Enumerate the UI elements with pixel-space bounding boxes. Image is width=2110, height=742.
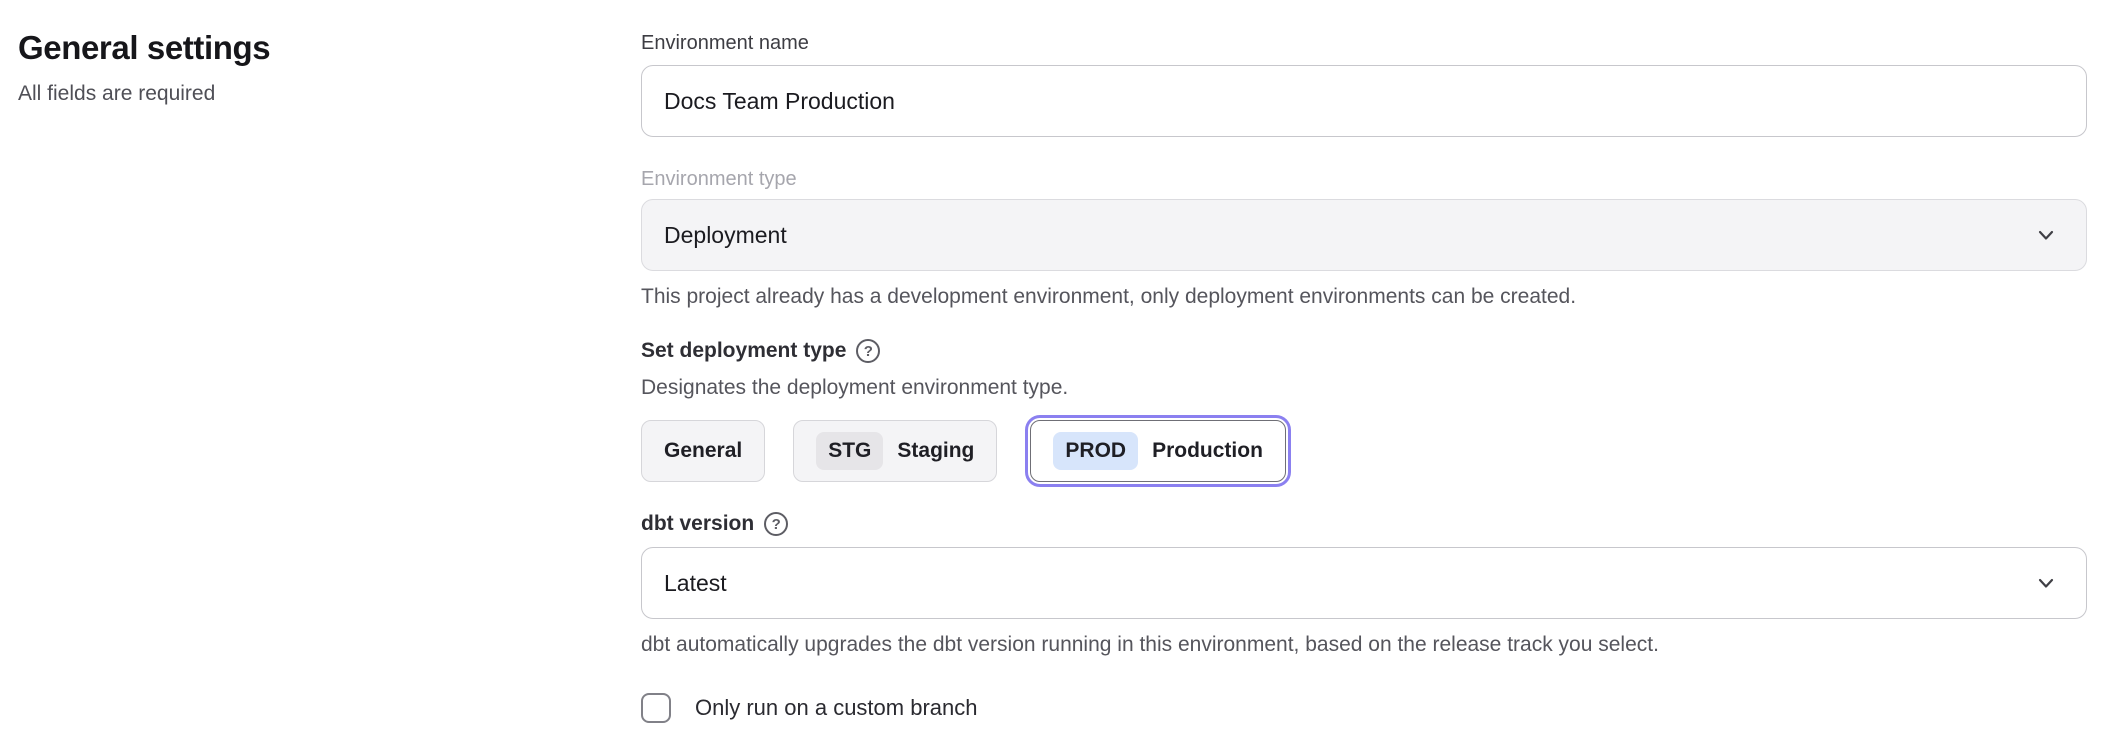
- deployment-type-option-staging[interactable]: STG Staging: [793, 420, 997, 482]
- custom-branch-checkbox[interactable]: [641, 693, 671, 723]
- staging-badge: STG: [816, 432, 883, 470]
- selected-option-focus-ring: PROD Production: [1025, 415, 1291, 487]
- general-settings-page: General settings All fields are required…: [0, 0, 2110, 742]
- environment-type-value: Deployment: [664, 222, 787, 249]
- help-circle-icon[interactable]: ?: [764, 512, 788, 536]
- dbt-version-helper: dbt automatically upgrades the dbt versi…: [641, 631, 2087, 658]
- option-label: General: [664, 439, 742, 463]
- deployment-type-option-production[interactable]: PROD Production: [1030, 420, 1286, 482]
- option-label: Staging: [897, 439, 974, 463]
- production-badge: PROD: [1053, 432, 1138, 470]
- chevron-down-icon: [2032, 221, 2060, 249]
- dbt-version-label: dbt version: [641, 509, 754, 539]
- page-subtitle: All fields are required: [18, 80, 578, 108]
- environment-name-label: Environment name: [641, 30, 2087, 57]
- environment-type-label: Environment type: [641, 166, 2087, 193]
- custom-branch-row: Only run on a custom branch: [641, 693, 2087, 723]
- deployment-type-option-general[interactable]: General: [641, 420, 765, 482]
- option-label: Production: [1152, 439, 1263, 463]
- deployment-type-options: General STG Staging PROD Production: [641, 415, 2087, 487]
- chevron-down-icon: [2032, 569, 2060, 597]
- dbt-version-value: Latest: [664, 570, 727, 597]
- page-title: General settings: [18, 26, 578, 70]
- settings-intro: General settings All fields are required: [18, 26, 578, 108]
- deployment-type-description: Designates the deployment environment ty…: [641, 374, 2087, 401]
- environment-type-helper: This project already has a development e…: [641, 283, 2087, 310]
- environment-name-input[interactable]: [641, 65, 2087, 137]
- help-circle-icon[interactable]: ?: [856, 339, 880, 363]
- deployment-type-label: Set deployment type: [641, 336, 846, 366]
- environment-type-select: Deployment: [641, 199, 2087, 271]
- environment-settings-form: Environment name Environment type Deploy…: [641, 30, 2087, 723]
- dbt-version-select[interactable]: Latest: [641, 547, 2087, 619]
- custom-branch-label[interactable]: Only run on a custom branch: [695, 693, 977, 723]
